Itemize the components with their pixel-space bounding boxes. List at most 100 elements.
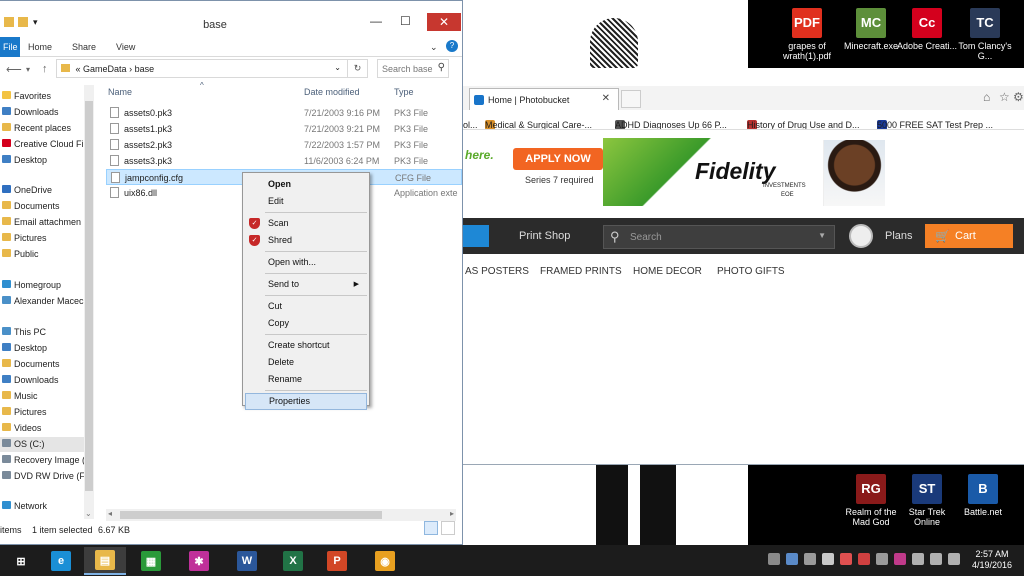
menu-item-send-to[interactable]: Send to ▶ [245, 276, 367, 293]
file-row[interactable]: assets2.pk3 7/22/2003 1:57 PM PK3 File [106, 137, 462, 153]
nav-pane-scrollbar[interactable] [84, 85, 94, 519]
nav-item[interactable]: Videos [0, 421, 94, 436]
subnav-framed-prints[interactable]: FRAMED PRINTS [540, 266, 622, 277]
tray-app-icon[interactable] [768, 553, 780, 565]
nav-item[interactable]: Public [0, 247, 94, 262]
maximize-icon[interactable]: ☐ [400, 14, 411, 28]
menu-item-open[interactable]: Open [245, 176, 367, 193]
nav-scroll-thumb[interactable] [85, 101, 93, 491]
nav-blue-button[interactable] [463, 225, 489, 247]
nav-item[interactable]: Recovery Image ( [0, 453, 94, 468]
nav-item[interactable]: Email attachmen [0, 215, 94, 230]
file-explorer-taskbar-button[interactable]: ▤ [84, 547, 126, 575]
address-dropdown-icon[interactable]: ⌄ [334, 63, 341, 72]
network-icon[interactable] [912, 553, 924, 565]
refresh-icon[interactable]: ↻ [347, 60, 367, 77]
favorites-star-icon[interactable]: ☆ [999, 90, 1010, 104]
nav-scroll-down-icon[interactable]: ⌄ [85, 509, 92, 518]
large-icons-view-button[interactable] [441, 521, 455, 535]
tray-app-icon-3[interactable] [822, 553, 834, 565]
tray-shield-icon[interactable] [858, 553, 870, 565]
nav-item[interactable]: Documents [0, 199, 94, 214]
photobucket-search-input[interactable]: ⚲ Search ▼ [603, 225, 835, 249]
ribbon-expand-icon[interactable]: ⌄ [430, 42, 438, 53]
nav-item[interactable]: Network [0, 499, 94, 514]
address-bar[interactable]: « GameData › base ⌄ ↻ [56, 59, 368, 78]
start-taskbar-button[interactable]: ⊞ [0, 547, 42, 575]
file-list-horizontal-scrollbar[interactable]: ◂ ▸ [106, 509, 456, 521]
column-header-name[interactable]: Name [108, 87, 132, 97]
explorer-title-bar[interactable]: ▾ base — ☐ ✕ [0, 1, 462, 35]
battery-icon[interactable] [948, 553, 960, 565]
desktop-icon[interactable]: Cc Adobe Creati... [896, 8, 958, 51]
chevron-down-icon[interactable]: ▼ [818, 231, 826, 240]
menu-item-copy[interactable]: Copy [245, 315, 367, 332]
desktop-icon[interactable]: TC Tom Clancy's G... [954, 8, 1016, 61]
nav-item[interactable]: DVD RW Drive (F: [0, 469, 94, 484]
subnav-home-decor[interactable]: HOME DECOR [633, 266, 702, 277]
menu-item-delete[interactable]: Delete [245, 354, 367, 371]
nav-item[interactable]: Favorites [0, 89, 94, 104]
menu-item-rename[interactable]: Rename [245, 371, 367, 388]
powerpoint-taskbar-button[interactable]: P [316, 547, 358, 575]
tab-home[interactable]: Home [28, 42, 52, 52]
desktop-icon[interactable]: B Battle.net [952, 474, 1014, 517]
tray-app-icon-6[interactable] [894, 553, 906, 565]
desktop-icon[interactable]: MC Minecraft.exe [840, 8, 902, 51]
menu-item-shred[interactable]: ✓ Shred [245, 232, 367, 249]
file-row[interactable]: assets1.pk3 7/21/2003 9:21 PM PK3 File [106, 121, 462, 137]
excel-taskbar-button[interactable]: X [272, 547, 314, 575]
menu-item-properties[interactable]: Properties [245, 393, 367, 410]
fidelity-ad-banner[interactable]: here. APPLY NOW Series 7 required Fideli… [463, 138, 885, 206]
tab-share[interactable]: Share [72, 42, 96, 52]
nav-item[interactable]: Pictures [0, 231, 94, 246]
details-view-button[interactable] [424, 521, 438, 535]
nav-item[interactable]: Homegroup [0, 278, 94, 293]
search-input[interactable]: Search base ⚲ [377, 59, 449, 78]
store-taskbar-button[interactable]: ▦ [130, 547, 172, 575]
desktop-icon[interactable]: ST Star Trek Online [896, 474, 958, 527]
desktop-icon[interactable]: PDF grapes of wrath(1).pdf [776, 8, 838, 61]
column-header-type[interactable]: Type [394, 87, 414, 97]
nav-item[interactable]: Pictures [0, 405, 94, 420]
nav-item[interactable]: OS (C:) [0, 437, 94, 452]
tray-steam-icon[interactable] [786, 553, 798, 565]
file-row[interactable]: assets0.pk3 7/21/2003 9:16 PM PK3 File [106, 105, 462, 121]
print-shop-link[interactable]: Print Shop [519, 230, 570, 242]
nav-item[interactable]: Creative Cloud Fi [0, 137, 94, 152]
crumb-gamedata[interactable]: GameData [83, 64, 127, 74]
up-arrow-icon[interactable]: ↑ [42, 63, 48, 75]
nav-item[interactable]: Downloads [0, 373, 94, 388]
subnav-photo-gifts[interactable]: PHOTO GIFTS [717, 266, 785, 277]
tab-view[interactable]: View [116, 42, 135, 52]
menu-item-open-with[interactable]: Open with... [245, 254, 367, 271]
menu-item-scan[interactable]: ✓ Scan [245, 215, 367, 232]
nav-item[interactable]: Recent places [0, 121, 94, 136]
recent-locations-icon[interactable]: ▾ [26, 65, 30, 74]
nav-item[interactable]: Documents [0, 357, 94, 372]
cart-button[interactable]: 🛒 Cart [925, 224, 1013, 248]
scroll-right-icon[interactable]: ▸ [450, 509, 454, 518]
help-icon[interactable]: ? [446, 40, 458, 52]
internet-explorer-taskbar-button[interactable]: e [40, 547, 82, 575]
settings-gear-icon[interactable]: ⚙ [1013, 90, 1024, 104]
nav-item[interactable]: Downloads [0, 105, 94, 120]
scroll-left-icon[interactable]: ◂ [108, 509, 112, 518]
volume-icon[interactable] [930, 553, 942, 565]
nav-item[interactable]: Desktop [0, 153, 94, 168]
nav-item[interactable]: Desktop [0, 341, 94, 356]
back-arrow-icon[interactable]: ⟵ [6, 63, 22, 76]
nav-item[interactable]: Alexander Macec [0, 294, 94, 309]
file-tab[interactable]: File [0, 37, 20, 57]
menu-item-create-shortcut[interactable]: Create shortcut [245, 337, 367, 354]
plans-link[interactable]: Plans [885, 230, 913, 242]
tray-app-icon-5[interactable] [876, 553, 888, 565]
subnav-posters[interactable]: AS POSTERS [465, 266, 529, 277]
menu-item-edit[interactable]: Edit [245, 193, 367, 210]
avatar[interactable] [849, 224, 873, 248]
clock[interactable]: 2:57 AM 4/19/2016 [966, 549, 1018, 571]
desktop-icon[interactable]: RG Realm of the Mad God [840, 474, 902, 527]
browser-tab[interactable]: Home | Photobucket ✕ [469, 88, 619, 110]
tab-close-icon[interactable]: ✕ [602, 93, 610, 104]
nav-item[interactable]: Music [0, 389, 94, 404]
